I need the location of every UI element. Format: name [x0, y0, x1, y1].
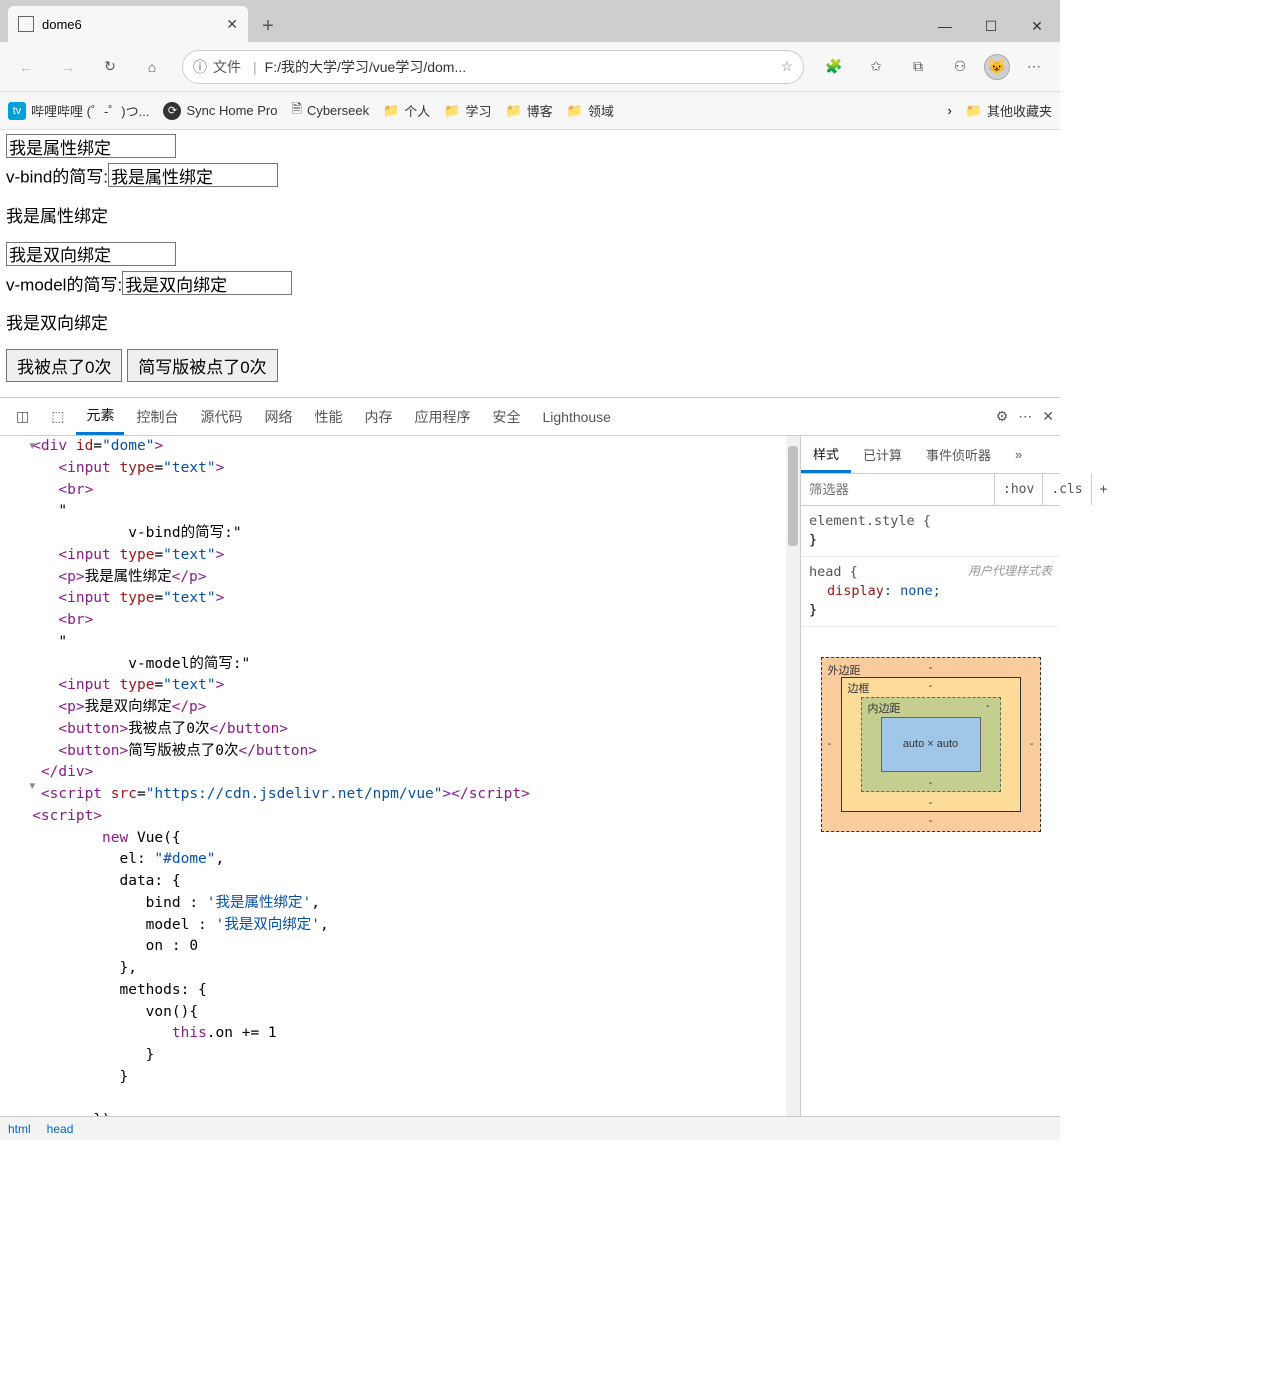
- close-button[interactable]: ✕: [1014, 10, 1060, 42]
- profile-icon[interactable]: ⚇: [942, 49, 978, 85]
- bookmark-other[interactable]: 📁其他收藏夹: [966, 101, 1052, 120]
- scrollbar[interactable]: [786, 436, 800, 1116]
- bookmarks-bar: tv哔哩哔哩 (゜-゜)つ... ⟳Sync Home Pro 🗎Cyberse…: [0, 92, 1060, 130]
- tab-computed[interactable]: 已计算: [851, 436, 914, 473]
- tab-security[interactable]: 安全: [482, 398, 530, 435]
- devtools-tabs: ◫ ⬚ 元素 控制台 源代码 网络 性能 内存 应用程序 安全 Lighthou…: [0, 398, 1060, 436]
- page-content: v-bind的简写: 我是属性绑定 v-model的简写: 我是双向绑定 我被点…: [0, 130, 1060, 397]
- bookmark-cyber[interactable]: 🗎Cyberseek: [291, 100, 369, 122]
- hov-button[interactable]: :hov: [994, 474, 1042, 505]
- vbind-label: v-bind的简写:: [6, 168, 108, 187]
- titlebar: dome6 ✕ + — ☐ ✕: [0, 0, 1060, 42]
- crumb-html[interactable]: html: [8, 1122, 31, 1136]
- minimize-button[interactable]: —: [922, 10, 968, 42]
- elements-panel[interactable]: ▾ <div id="dome"> <input type="text"> <b…: [0, 436, 800, 1116]
- bookmark-folder-blog[interactable]: 📁博客: [505, 101, 552, 120]
- click-button-1[interactable]: 我被点了0次: [6, 349, 122, 382]
- p-vmodel: 我是双向绑定: [6, 310, 1054, 339]
- favorites-icon[interactable]: ✩: [858, 49, 894, 85]
- star-icon[interactable]: ☆: [780, 58, 793, 75]
- bookmark-bili[interactable]: tv哔哩哔哩 (゜-゜)つ...: [8, 101, 149, 120]
- folder-icon: 📁: [966, 103, 982, 119]
- input-vbind[interactable]: [6, 134, 176, 158]
- devtools: ◫ ⬚ 元素 控制台 源代码 网络 性能 内存 应用程序 安全 Lighthou…: [0, 397, 1060, 1140]
- page-icon: 🗎: [291, 100, 301, 122]
- cls-button[interactable]: .cls: [1042, 474, 1090, 505]
- tab-listeners[interactable]: 事件侦听器: [914, 436, 1003, 473]
- home-button[interactable]: ⌂: [134, 49, 170, 85]
- file-icon: [18, 16, 34, 32]
- avatar[interactable]: 😺: [984, 54, 1010, 80]
- gear-icon[interactable]: ⚙: [996, 408, 1009, 425]
- extension-icon[interactable]: 🧩: [816, 49, 852, 85]
- styles-panel: 样式 已计算 事件侦听器 » :hov .cls + element.style…: [800, 436, 1060, 1116]
- bookmark-folder-personal[interactable]: 📁个人: [383, 101, 430, 120]
- device-icon[interactable]: ⬚: [41, 398, 74, 435]
- address-bar[interactable]: ⓘ 文件 | F:/我的大学/学习/vue学习/dom... ☆: [182, 50, 804, 84]
- add-rule-button[interactable]: +: [1091, 474, 1116, 505]
- bookmark-folder-domain[interactable]: 📁领域: [567, 101, 614, 120]
- more-icon[interactable]: ⋯: [1018, 408, 1032, 425]
- folder-icon: 📁: [567, 103, 583, 119]
- separator: |: [253, 59, 257, 75]
- folder-icon: 📁: [444, 103, 460, 119]
- bookmark-folder-study[interactable]: 📁学习: [444, 101, 491, 120]
- back-button[interactable]: ←: [8, 49, 44, 85]
- collections-icon[interactable]: ⧉: [900, 49, 936, 85]
- rule-element-style[interactable]: element.style { }: [801, 506, 1060, 557]
- crumb-head[interactable]: head: [47, 1122, 74, 1136]
- menu-icon[interactable]: ⋯: [1016, 49, 1052, 85]
- info-icon: ⓘ: [193, 57, 207, 77]
- box-model: 外边距---- 边框-- 内边距-- auto × auto: [821, 657, 1041, 832]
- maximize-button[interactable]: ☐: [968, 10, 1014, 42]
- breadcrumb: html head: [0, 1116, 1060, 1140]
- addr-scheme: 文件: [213, 57, 241, 77]
- click-button-2[interactable]: 简写版被点了0次: [127, 349, 277, 382]
- browser-tab[interactable]: dome6 ✕: [8, 6, 248, 42]
- tab-styles[interactable]: 样式: [801, 436, 851, 473]
- navbar: ← → ↻ ⌂ ⓘ 文件 | F:/我的大学/学习/vue学习/dom... ☆…: [0, 42, 1060, 92]
- tab-application[interactable]: 应用程序: [404, 398, 480, 435]
- close-devtools-icon[interactable]: ✕: [1042, 408, 1054, 425]
- input-vmodel[interactable]: [6, 242, 176, 266]
- tab-memory[interactable]: 内存: [354, 398, 402, 435]
- tab-lighthouse[interactable]: Lighthouse: [532, 398, 621, 435]
- input-vmodel-short[interactable]: [122, 271, 292, 295]
- input-vbind-short[interactable]: [108, 163, 278, 187]
- sync-icon: ⟳: [163, 102, 181, 120]
- rule-head[interactable]: 用户代理样式表 head { display: none; }: [801, 557, 1060, 627]
- close-icon[interactable]: ✕: [226, 16, 238, 33]
- tab-performance[interactable]: 性能: [304, 398, 352, 435]
- bili-icon: tv: [8, 102, 26, 120]
- more-tabs-icon[interactable]: »: [1003, 436, 1034, 473]
- folder-icon: 📁: [383, 103, 399, 119]
- vmodel-label: v-model的简写:: [6, 276, 122, 295]
- styles-filter[interactable]: [801, 474, 994, 505]
- tab-console[interactable]: 控制台: [126, 398, 188, 435]
- forward-button[interactable]: →: [50, 49, 86, 85]
- bookmark-sync[interactable]: ⟳Sync Home Pro: [163, 102, 277, 120]
- folder-icon: 📁: [505, 103, 521, 119]
- refresh-button[interactable]: ↻: [92, 49, 128, 85]
- inspect-icon[interactable]: ◫: [6, 398, 39, 435]
- chevron-right-icon[interactable]: ›: [947, 103, 951, 118]
- p-vbind: 我是属性绑定: [6, 203, 1054, 232]
- tab-elements[interactable]: 元素: [76, 398, 124, 435]
- tab-network[interactable]: 网络: [254, 398, 302, 435]
- addr-url: F:/我的大学/学习/vue学习/dom...: [265, 57, 781, 77]
- tab-sources[interactable]: 源代码: [190, 398, 252, 435]
- new-tab-button[interactable]: +: [252, 10, 284, 42]
- tab-title: dome6: [42, 17, 226, 32]
